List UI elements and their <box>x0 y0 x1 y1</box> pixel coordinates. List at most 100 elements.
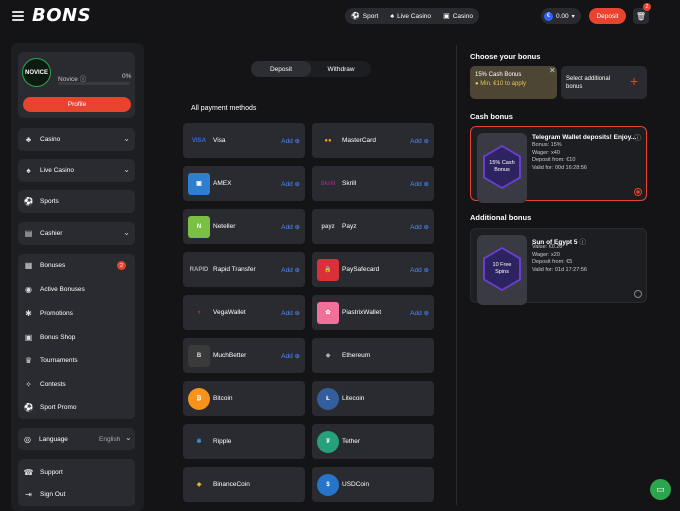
profile-button[interactable]: Profile <box>23 97 131 112</box>
plus-circle-icon: ⊕ <box>421 223 429 231</box>
language-selector[interactable]: ◎ Language English ⌄ <box>18 428 135 450</box>
sidebar-item-support[interactable]: ☎ Support <box>24 468 63 477</box>
logo[interactable]: BONS <box>32 5 91 26</box>
cash-bonus-title: Cash bonus <box>470 112 513 121</box>
menu-icon[interactable] <box>12 11 24 21</box>
payment-method-litecoin[interactable]: Ł Litecoin <box>312 381 434 416</box>
payment-method-label: MasterCard <box>342 137 376 144</box>
sidebar-item-bonuses[interactable]: ▦ Bonuses <box>24 261 66 270</box>
payment-method-label: PaySafecard <box>342 266 380 273</box>
payment-method-neteller[interactable]: N Neteller Add ⊕ <box>183 209 305 244</box>
promotions-icon: ✱ <box>25 309 32 318</box>
payment-methods-title: All payment methods <box>191 105 257 112</box>
payment-method-piastrixwallet[interactable]: ✿ PiastrixWallet Add ⊕ <box>312 295 434 330</box>
cash-bonus-card[interactable]: 15% Cash Bonus Telegram Wallet deposits!… <box>470 126 647 203</box>
account-links: ☎ Support ⇥ Sign Out <box>18 459 135 506</box>
sidebar-item-contests[interactable]: ✧ Contests <box>24 380 66 389</box>
additional-bonus-title: Additional bonus <box>470 213 532 222</box>
close-icon[interactable]: ✕ <box>549 66 556 75</box>
binancecoin-logo-icon: ◈ <box>196 482 202 488</box>
add-payment-method-button[interactable]: Add ⊕ <box>281 266 300 274</box>
sidebar-item-active-bonuses[interactable]: ◉ Active Bonuses <box>24 285 85 294</box>
sport-icon: ⚽ <box>351 13 360 20</box>
add-payment-method-button[interactable]: Add ⊕ <box>410 180 429 188</box>
payment-method-vegawallet[interactable]: ♆ VegaWallet Add ⊕ <box>183 295 305 330</box>
sidebar-item-casino[interactable]: ♣ Casino ⌄ <box>18 128 135 151</box>
nav-live-casino[interactable]: ♠ Live Casino <box>390 13 431 20</box>
add-payment-method-button[interactable]: Add ⊕ <box>281 309 300 317</box>
language-label: Language <box>39 436 68 443</box>
sidebar-item-tournaments[interactable]: ♛ Tournaments <box>24 356 78 365</box>
tab-deposit[interactable]: Deposit <box>251 61 311 77</box>
casino-icon: ♣ <box>25 135 32 144</box>
sidebar-item-live-casino[interactable]: ♠ Live Casino ⌄ <box>18 159 135 182</box>
chevron-down-icon: ⌄ <box>123 228 130 237</box>
sidebar-item-promotions[interactable]: ✱ Promotions <box>24 309 73 318</box>
add-payment-method-button[interactable]: Add ⊕ <box>281 180 300 188</box>
plus-circle-icon: ⊕ <box>292 180 300 188</box>
rapid-transfer-logo-icon: RAPID <box>189 266 209 273</box>
bonus-details: Bonus: 15% Wager: x40 Deposit from: €10 … <box>532 142 587 171</box>
add-payment-method-button[interactable]: Add ⊕ <box>281 352 300 360</box>
piastrixwallet-logo-icon: ✿ <box>317 301 339 324</box>
payment-method-skrill[interactable]: Skrill Skrill Add ⊕ <box>312 166 434 201</box>
sidebar-item-sports[interactable]: ⚽ Sports <box>18 190 135 213</box>
payment-method-usdcoin[interactable]: $ USDCoin <box>312 467 434 502</box>
sidebar-item-cashier[interactable]: ▤ Cashier ⌄ <box>18 222 135 245</box>
add-payment-method-button[interactable]: Add ⊕ <box>410 223 429 231</box>
add-payment-method-button[interactable]: Add ⊕ <box>281 223 300 231</box>
payment-method-bitcoin[interactable]: ₿ Bitcoin <box>183 381 305 416</box>
chevron-down-icon: ⌄ <box>123 165 130 174</box>
payment-method-rapid-transfer[interactable]: RAPID Rapid Transfer Add ⊕ <box>183 252 305 287</box>
visa-logo-icon: VISA <box>191 137 206 144</box>
add-payment-method-button[interactable]: Add ⊕ <box>410 266 429 274</box>
add-payment-method-button[interactable]: Add ⊕ <box>410 137 429 145</box>
balance-selector[interactable]: € 0.00 ▾ <box>541 8 581 24</box>
chat-icon[interactable]: ▭ <box>650 479 671 500</box>
payment-method-binancecoin[interactable]: ◈ BinanceCoin <box>183 467 305 502</box>
payment-method-muchbetter[interactable]: B MuchBetter Add ⊕ <box>183 338 305 373</box>
globe-icon: ◎ <box>24 435 31 444</box>
payment-method-paysafecard[interactable]: 🔒 PaySafecard Add ⊕ <box>312 252 434 287</box>
plus-circle-icon: ⊕ <box>292 266 300 274</box>
bonus-radio[interactable] <box>634 290 642 298</box>
plus-circle-icon: ⊕ <box>292 137 300 145</box>
sidebar-item-sign-out[interactable]: ⇥ Sign Out <box>24 490 65 499</box>
cashier-icon: ▤ <box>24 229 33 238</box>
bonus-badge: 10 Free Spins <box>485 249 519 289</box>
deposit-button[interactable]: Deposit <box>589 8 626 24</box>
add-payment-method-button[interactable]: Add ⊕ <box>281 137 300 145</box>
contests-icon: ✧ <box>25 380 32 389</box>
payment-method-ripple[interactable]: ✻ Ripple <box>183 424 305 459</box>
nav-sport[interactable]: ⚽ Sport <box>351 12 378 21</box>
payment-method-payz[interactable]: payz Payz Add ⊕ <box>312 209 434 244</box>
payment-method-label: Bitcoin <box>213 395 233 402</box>
tab-withdraw[interactable]: Withdraw <box>311 61 371 77</box>
cart-button[interactable]: 🗑 2 <box>633 3 651 24</box>
sidebar-item-bonus-shop[interactable]: ▣ Bonus Shop <box>24 333 76 342</box>
sign-out-icon: ⇥ <box>25 490 32 499</box>
sidebar-item-sport-promo[interactable]: ⚽ Sport Promo <box>24 403 77 412</box>
info-icon[interactable]: ⓘ <box>634 133 641 143</box>
additional-bonus-card[interactable]: 10 Free Spins Sun of Egypt 5 ⓘ Value: €0… <box>470 228 647 305</box>
selected-bonus-min: ● Min. €10 to apply <box>475 81 526 87</box>
payment-method-ethereum[interactable]: ◆ Ethereum <box>312 338 434 373</box>
nav-casino[interactable]: ▣ Casino <box>443 12 473 21</box>
payment-method-label: Visa <box>213 137 226 144</box>
payment-method-visa[interactable]: VISA Visa Add ⊕ <box>183 123 305 158</box>
vegawallet-logo-icon: ♆ <box>196 309 202 316</box>
payment-method-label: AMEX <box>213 180 232 187</box>
payment-method-amex[interactable]: ▣ AMEX Add ⊕ <box>183 166 305 201</box>
level-percent: 0% <box>122 73 132 80</box>
bonus-radio[interactable] <box>634 188 642 196</box>
payment-method-label: PiastrixWallet <box>342 309 382 316</box>
payment-method-mastercard[interactable]: ●● MasterCard Add ⊕ <box>312 123 434 158</box>
selected-bonus-card[interactable]: 15% Cash Bonus ● Min. €10 to apply <box>470 66 557 99</box>
payment-method-label: Rapid Transfer <box>213 266 256 273</box>
add-payment-method-button[interactable]: Add ⊕ <box>410 309 429 317</box>
bonus-details: Value: €0.20 Wager: x20 Deposit from: €5… <box>532 244 587 273</box>
cashier-tabs: Deposit Withdraw <box>251 61 371 77</box>
sport-promo-icon: ⚽ <box>23 403 34 412</box>
tether-logo-icon: ₮ <box>317 430 339 453</box>
payment-method-tether[interactable]: ₮ Tether <box>312 424 434 459</box>
